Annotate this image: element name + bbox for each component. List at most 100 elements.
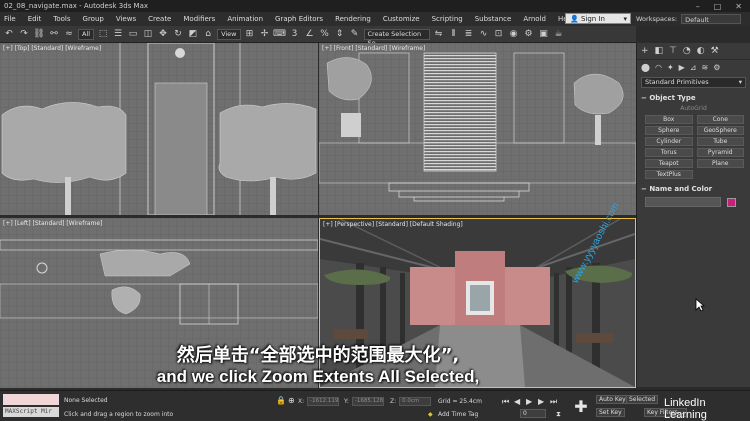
auto-key-button[interactable]: Auto Key <box>596 395 629 404</box>
menu-modifiers[interactable]: Modifiers <box>183 15 215 23</box>
scale-icon[interactable]: ◩ <box>187 28 199 40</box>
link-icon[interactable]: ⛓ <box>33 28 45 40</box>
object-type-rollout[interactable]: − Object Type <box>641 94 746 102</box>
redo-icon[interactable]: ↷ <box>18 28 30 40</box>
align-icon[interactable]: ⫴ <box>448 28 460 40</box>
shapes-icon[interactable]: ◠ <box>655 63 662 72</box>
percent-snap-icon[interactable]: % <box>319 28 331 40</box>
go-to-start-icon[interactable]: ⏮ <box>502 397 509 407</box>
material-editor-icon[interactable]: ◉ <box>508 28 520 40</box>
place-icon[interactable]: ⌂ <box>202 28 214 40</box>
close-icon[interactable]: ✕ <box>735 2 742 11</box>
keyboard-shortcut-icon[interactable]: ⌨ <box>273 28 286 40</box>
motion-tab-icon[interactable]: ◔ <box>683 46 691 56</box>
play-icon[interactable]: ▶ <box>526 397 532 406</box>
menu-animation[interactable]: Animation <box>227 15 263 23</box>
current-frame-field[interactable]: 0 <box>520 409 546 418</box>
viewport-label-left[interactable]: [+] [Left] [Standard] [Wireframe] <box>3 220 102 227</box>
absolute-mode-icon[interactable]: ⊕ <box>288 396 295 405</box>
selected-dropdown[interactable]: Selected <box>626 395 659 404</box>
space-warps-icon[interactable]: ≋ <box>702 63 709 72</box>
curve-editor-icon[interactable]: ∿ <box>478 28 490 40</box>
maximize-icon[interactable]: □ <box>714 2 722 11</box>
object-name-field[interactable] <box>645 197 721 207</box>
menu-scripting[interactable]: Scripting <box>432 15 463 23</box>
set-key-button[interactable]: Set Key <box>596 408 625 417</box>
unlink-icon[interactable]: ⚯ <box>48 28 60 40</box>
textplus-button[interactable]: TextPlus <box>645 170 693 179</box>
reference-coordinate-dropdown[interactable]: View <box>217 28 241 40</box>
menu-group[interactable]: Group <box>83 15 104 23</box>
menu-substance[interactable]: Substance <box>475 15 512 23</box>
torus-button[interactable]: Torus <box>645 148 693 157</box>
move-icon[interactable]: ✥ <box>157 28 169 40</box>
add-icon[interactable]: ✚ <box>571 396 591 416</box>
pivot-icon[interactable]: ⊞ <box>244 28 256 40</box>
display-tab-icon[interactable]: ◐ <box>697 46 705 56</box>
menu-graph-editors[interactable]: Graph Editors <box>275 15 323 23</box>
select-object-icon[interactable]: ⬚ <box>97 28 109 40</box>
sphere-button[interactable]: Sphere <box>645 126 693 135</box>
select-by-name-icon[interactable]: ☰ <box>112 28 124 40</box>
previous-frame-icon[interactable]: ◀ <box>514 397 520 406</box>
menu-customize[interactable]: Customize <box>383 15 420 23</box>
mirror-icon[interactable]: ⇋ <box>433 28 445 40</box>
go-to-end-icon[interactable]: ⏭ <box>550 397 557 407</box>
sign-in-dropdown[interactable]: 👤 Sign In ▾ <box>565 13 631 24</box>
pyramid-button[interactable]: Pyramid <box>696 148 744 157</box>
teapot-button[interactable]: Teapot <box>645 159 693 168</box>
time-config-icon[interactable]: ⧗ <box>556 410 561 419</box>
menu-create[interactable]: Create <box>148 15 171 23</box>
helpers-icon[interactable]: ⊿ <box>690 63 697 72</box>
layer-explorer-icon[interactable]: ≣ <box>463 28 475 40</box>
viewport-label-front[interactable]: [+] [Front] [Standard] [Wireframe] <box>322 45 425 52</box>
rectangular-selection-icon[interactable]: ▭ <box>127 28 139 40</box>
add-time-tag-button[interactable]: Add Time Tag <box>438 411 478 418</box>
cone-button[interactable]: Cone <box>696 115 744 124</box>
selection-filter-dropdown[interactable]: All <box>78 28 95 40</box>
menu-arnold[interactable]: Arnold <box>523 15 546 23</box>
maxscript-listener[interactable] <box>3 394 59 405</box>
cameras-icon[interactable]: ▶ <box>679 63 685 72</box>
z-field[interactable]: 0.0cm <box>399 397 432 406</box>
render-setup-icon[interactable]: ⚙ <box>523 28 535 40</box>
next-frame-icon[interactable]: ▶ <box>538 397 544 406</box>
viewport-label-perspective[interactable]: [+] [Perspective] [Standard] [Default Sh… <box>323 221 463 228</box>
schematic-view-icon[interactable]: ⊡ <box>493 28 505 40</box>
y-field[interactable]: -1685.128 <box>351 397 384 406</box>
menu-file[interactable]: File <box>4 15 16 23</box>
menu-views[interactable]: Views <box>116 15 136 23</box>
cylinder-button[interactable]: Cylinder <box>645 137 693 146</box>
named-selection-dropdown[interactable]: Create Selection Se <box>363 28 430 47</box>
minimize-icon[interactable]: – <box>696 2 700 11</box>
menu-tools[interactable]: Tools <box>53 15 70 23</box>
lights-icon[interactable]: ✦ <box>667 63 674 72</box>
rotate-icon[interactable]: ↻ <box>172 28 184 40</box>
plane-button[interactable]: Plane <box>696 159 744 168</box>
viewport-front[interactable]: [+] [Front] [Standard] [Wireframe] <box>319 43 636 215</box>
object-color-swatch[interactable] <box>727 197 736 207</box>
undo-icon[interactable]: ↶ <box>3 28 15 40</box>
autogrid-checkbox[interactable]: AutoGrid <box>637 105 750 112</box>
window-crossing-icon[interactable]: ◫ <box>142 28 154 40</box>
workspace-dropdown[interactable]: Default <box>681 13 742 24</box>
render-icon[interactable]: ☕ <box>553 28 565 40</box>
menu-edit[interactable]: Edit <box>28 15 42 23</box>
viewport-label-top[interactable]: [+] [Top] [Standard] [Wireframe] <box>3 45 101 52</box>
modify-tab-icon[interactable]: ◧ <box>655 46 664 56</box>
utilities-tab-icon[interactable]: ⚒ <box>711 46 719 56</box>
snaps-toggle-icon[interactable]: 3 <box>289 28 301 40</box>
spinner-snap-icon[interactable]: ⇕ <box>334 28 346 40</box>
angle-snap-icon[interactable]: ∠ <box>304 28 316 40</box>
geometry-icon[interactable]: ⬤ <box>641 63 650 72</box>
render-frame-icon[interactable]: ▣ <box>538 28 550 40</box>
bind-space-warp-icon[interactable]: ≈ <box>63 28 75 40</box>
systems-icon[interactable]: ⚙ <box>713 63 720 72</box>
name-and-color-rollout[interactable]: − Name and Color <box>641 185 746 193</box>
hierarchy-tab-icon[interactable]: ⊤ <box>669 46 677 56</box>
select-manipulate-icon[interactable]: ✢ <box>259 28 271 40</box>
tube-button[interactable]: Tube <box>696 137 744 146</box>
create-tab-icon[interactable]: + <box>641 46 649 56</box>
time-tag-icon[interactable]: ◆ <box>428 411 433 418</box>
x-field[interactable]: -1612.119 <box>307 397 340 406</box>
